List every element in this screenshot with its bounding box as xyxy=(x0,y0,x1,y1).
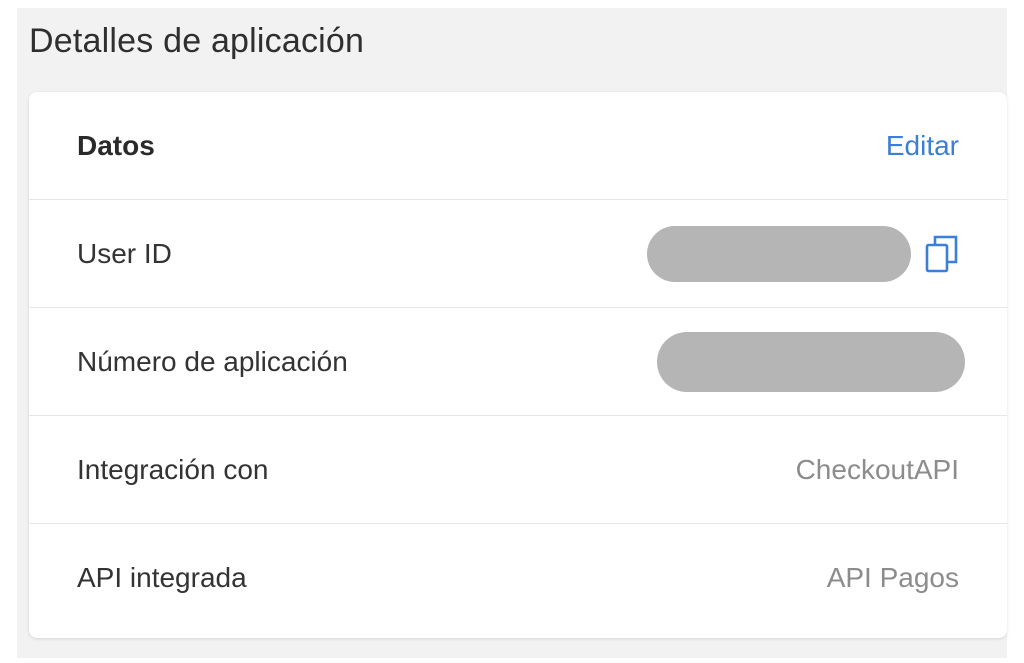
row-label-api-integrated: API integrada xyxy=(77,562,247,593)
row-integration: Integración con CheckoutAPI xyxy=(29,416,1007,524)
row-label-app-number: Número de aplicación xyxy=(77,345,348,377)
row-user-id: User ID xyxy=(29,200,1007,308)
edit-link[interactable]: Editar xyxy=(886,130,959,162)
row-value-api-integrated: API Pagos xyxy=(826,562,959,593)
row-label-integration: Integración con xyxy=(77,453,269,485)
section-title: Detalles de aplicación xyxy=(29,22,365,60)
card-header-row: Datos Editar xyxy=(29,92,1007,200)
user-id-value-group xyxy=(647,225,959,282)
row-api-integrated: API integrada API Pagos xyxy=(29,524,1007,632)
details-card: Datos Editar User ID Número de aplicació… xyxy=(29,92,1007,638)
app-details-panel: Detalles de aplicación Datos Editar User… xyxy=(17,8,1007,658)
redacted-app-number-value xyxy=(657,331,965,392)
row-value-integration: CheckoutAPI xyxy=(795,453,959,485)
copy-icon[interactable] xyxy=(925,234,959,274)
row-label-user-id: User ID xyxy=(77,237,172,269)
redacted-user-id-value xyxy=(647,225,911,282)
row-app-number: Número de aplicación xyxy=(29,308,1007,416)
card-header-label: Datos xyxy=(77,129,155,161)
